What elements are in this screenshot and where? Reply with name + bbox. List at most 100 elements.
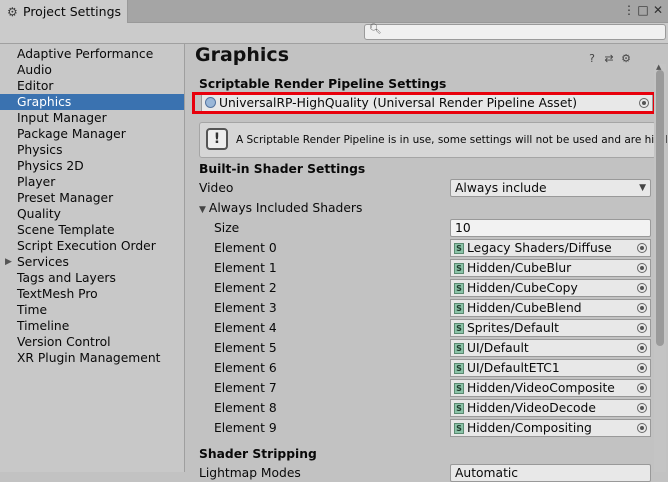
shader-icon: S [454, 423, 464, 434]
shader-icon: S [454, 323, 464, 334]
shader-value: UI/Default [467, 341, 529, 355]
settings-gear-icon[interactable]: ⚙ [620, 52, 632, 65]
element-label: Element 8 [214, 401, 277, 415]
object-picker-icon[interactable] [637, 243, 647, 253]
object-picker-icon[interactable] [637, 263, 647, 273]
sidebar-item-version-control[interactable]: Version Control [0, 334, 184, 350]
object-picker-icon[interactable] [637, 343, 647, 353]
tab-project-settings[interactable]: ⚙ Project Settings [0, 0, 128, 23]
foldout-arrow-icon: ▼ [199, 205, 206, 215]
sidebar-item-label: XR Plugin Management [17, 351, 161, 365]
sidebar-item-time[interactable]: Time [0, 302, 184, 318]
sidebar-item-services[interactable]: ▶ Services [0, 254, 184, 270]
sidebar-item-script-execution-order[interactable]: Script Execution Order [0, 238, 184, 254]
video-dropdown[interactable]: Always include ▼ [450, 179, 651, 197]
expand-arrow-icon[interactable]: ▶ [5, 254, 12, 270]
shader-value: Hidden/CubeCopy [467, 281, 578, 295]
video-label: Video [199, 181, 234, 195]
maximize-icon[interactable]: □ [636, 3, 650, 17]
element-label: Element 0 [214, 241, 277, 255]
object-picker-icon[interactable] [637, 383, 647, 393]
object-picker-icon[interactable] [637, 403, 647, 413]
sidebar-item-textmesh-pro[interactable]: TextMesh Pro [0, 286, 184, 302]
shader-object-field[interactable]: S Legacy Shaders/Diffuse [450, 239, 651, 257]
shader-value: Hidden/VideoComposite [467, 381, 615, 395]
size-label: Size [214, 221, 240, 235]
sidebar-item-preset-manager[interactable]: Preset Manager [0, 190, 184, 206]
sidebar-item-player[interactable]: Player [0, 174, 184, 190]
sidebar-item-physics-2d[interactable]: Physics 2D [0, 158, 184, 174]
builtin-section-header: Built-in Shader Settings [199, 162, 366, 176]
preset-icon[interactable]: ⇄ [603, 52, 615, 65]
object-picker-icon[interactable] [637, 323, 647, 333]
sidebar-item-audio[interactable]: Audio [0, 62, 184, 78]
sidebar-item-label: Audio [17, 63, 52, 77]
sidebar-item-editor[interactable]: Editor [0, 78, 184, 94]
search-input[interactable]: 🔍︎ [364, 24, 666, 40]
sidebar-item-label: Adaptive Performance [17, 47, 154, 61]
shader-object-field[interactable]: S Sprites/Default [450, 319, 651, 337]
shader-object-field[interactable]: S Hidden/Compositing [450, 419, 651, 437]
object-picker-icon[interactable] [637, 283, 647, 293]
always-included-foldout[interactable]: ▼ Always Included Shaders [199, 199, 362, 217]
sidebar-item-label: Physics [17, 143, 63, 157]
help-box: ! A Scriptable Render Pipeline is in use… [199, 122, 668, 158]
sidebar-item-xr-plugin-management[interactable]: XR Plugin Management [0, 350, 184, 366]
help-icon[interactable]: ? [586, 52, 598, 65]
size-field[interactable]: 10 [450, 219, 651, 237]
shader-value: UI/DefaultETC1 [467, 361, 560, 375]
video-dropdown-value: Always include [455, 181, 547, 195]
vertical-scrollbar[interactable]: ▲ [654, 63, 666, 472]
object-picker-icon[interactable] [637, 363, 647, 373]
sidebar-item-label: Player [17, 175, 56, 189]
tab-title: Project Settings [23, 4, 122, 19]
sidebar-item-quality[interactable]: Quality [0, 206, 184, 222]
lightmap-modes-dropdown[interactable]: Automatic [450, 464, 651, 482]
shader-object-field[interactable]: S Hidden/VideoComposite [450, 379, 651, 397]
shader-stripping-header: Shader Stripping [199, 447, 317, 461]
object-picker-icon[interactable] [637, 303, 647, 313]
shader-icon: S [454, 383, 464, 394]
sidebar-item-label: Scene Template [17, 223, 115, 237]
sidebar-item-adaptive-performance[interactable]: Adaptive Performance [0, 46, 184, 62]
sidebar-item-input-manager[interactable]: Input Manager [0, 110, 184, 126]
sidebar-item-label: Services [17, 255, 69, 269]
shader-object-field[interactable]: S Hidden/CubeBlur [450, 259, 651, 277]
shader-value: Sprites/Default [467, 321, 559, 335]
sidebar-item-label: Graphics [17, 95, 72, 109]
sidebar-item-tags-and-layers[interactable]: Tags and Layers [0, 270, 184, 286]
shader-object-field[interactable]: S UI/DefaultETC1 [450, 359, 651, 377]
shader-icon: S [454, 403, 464, 414]
settings-sidebar: Adaptive Performance Audio Editor Graphics I… [0, 44, 185, 472]
shader-icon: S [454, 303, 464, 314]
sidebar-item-label: Time [17, 303, 48, 317]
sidebar-item-graphics[interactable]: Graphics [0, 94, 184, 110]
settings-panel: Graphics ? ⇄ ⚙ Scriptable Render Pipelin… [186, 44, 668, 482]
shader-object-field[interactable]: S Hidden/CubeBlend [450, 299, 651, 317]
sidebar-item-package-manager[interactable]: Package Manager [0, 126, 184, 142]
shader-value: Hidden/CubeBlur [467, 261, 572, 275]
element-label: Element 6 [214, 361, 277, 375]
shader-object-field[interactable]: S UI/Default [450, 339, 651, 357]
sidebar-item-timeline[interactable]: Timeline [0, 318, 184, 334]
scrollbar-thumb[interactable] [656, 70, 664, 346]
shader-object-field[interactable]: S Hidden/CubeCopy [450, 279, 651, 297]
close-icon[interactable]: ✕ [651, 3, 665, 17]
shader-value: Legacy Shaders/Diffuse [467, 241, 612, 255]
shader-value: Hidden/VideoDecode [467, 401, 596, 415]
sidebar-item-scene-template[interactable]: Scene Template [0, 222, 184, 238]
shader-object-field[interactable]: S Hidden/VideoDecode [450, 399, 651, 417]
shader-icon: S [454, 283, 464, 294]
help-message: A Scriptable Render Pipeline is in use, … [236, 134, 668, 146]
gear-icon: ⚙ [7, 4, 18, 19]
shader-value: Hidden/Compositing [467, 421, 592, 435]
element-label: Element 5 [214, 341, 277, 355]
object-picker-icon[interactable] [637, 423, 647, 433]
sidebar-item-label: Version Control [17, 335, 111, 349]
sidebar-item-label: Package Manager [17, 127, 126, 141]
size-value: 10 [455, 221, 471, 235]
more-options-icon[interactable]: ⋮ [622, 3, 636, 17]
shader-icon: S [454, 343, 464, 354]
highlight-box [192, 92, 656, 114]
sidebar-item-physics[interactable]: Physics [0, 142, 184, 158]
